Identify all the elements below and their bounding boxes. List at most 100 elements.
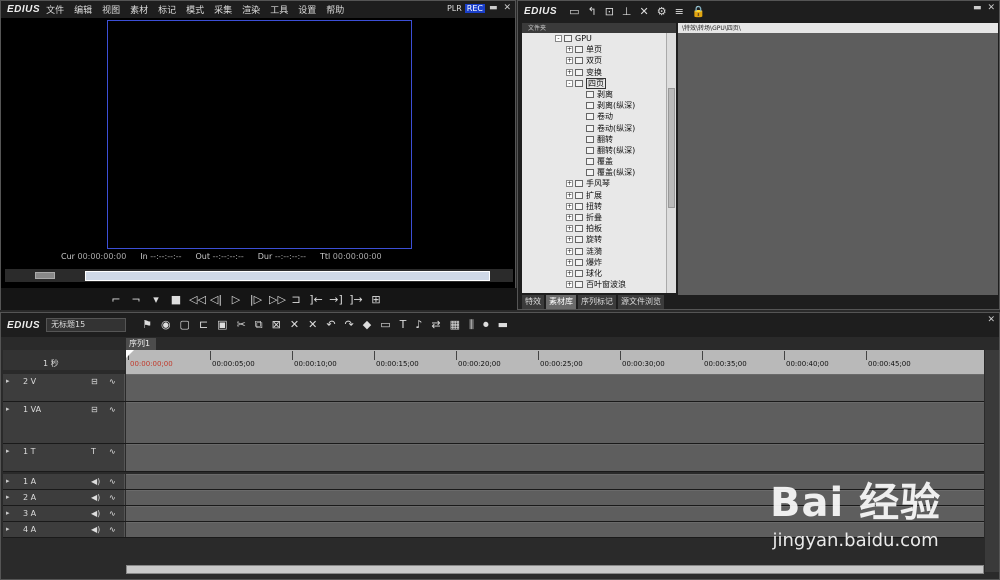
menu-icon[interactable]: ▬ [498, 318, 508, 332]
tree-item[interactable]: + 扩展 [522, 190, 666, 201]
menu-item[interactable]: 帮助 [326, 3, 344, 16]
expand-toggle-icon[interactable]: + [566, 46, 573, 54]
copy-icon[interactable]: ⧉ [255, 318, 263, 332]
time-ruler[interactable]: 00:00:00;00 00:00:05;00 00:00:10;00 00:00:1… [126, 350, 984, 374]
tree-scrollbar[interactable] [666, 33, 676, 293]
step-back-icon[interactable]: ◁| [209, 293, 223, 306]
expand-toggle-icon[interactable]: + [566, 180, 573, 188]
tree-item[interactable]: 覆盖 [522, 156, 666, 167]
track-header[interactable]: ▸ 1 A ◀) ∿ [3, 474, 125, 489]
lock-icon[interactable]: 🔒 [692, 5, 706, 18]
tree-scroll-thumb[interactable] [668, 88, 675, 208]
razor-icon[interactable]: ▭ [380, 318, 390, 332]
tree-item[interactable]: 覆盖(纵深) [522, 167, 666, 178]
tree-item[interactable]: + 爆炸 [522, 257, 666, 268]
track-type-icon[interactable]: T [91, 447, 96, 456]
play-icon[interactable]: ▷ [229, 293, 243, 306]
open-icon[interactable]: ⊏ [199, 318, 208, 332]
save-icon[interactable]: ▣ [217, 318, 227, 332]
expand-toggle-icon[interactable]: + [566, 258, 573, 266]
timeline-hscroll[interactable] [126, 565, 984, 574]
tree-item[interactable]: 翻转(纵深) [522, 145, 666, 156]
position-slider[interactable] [85, 271, 490, 281]
tree-item[interactable]: + 折叠 [522, 212, 666, 223]
set-in-icon[interactable]: ⌐ [109, 293, 123, 306]
track-header[interactable]: ▸ 1 T T ∿ [3, 444, 125, 471]
library-tab[interactable]: 序列标记 [578, 295, 616, 309]
title-icon[interactable]: T [400, 318, 407, 332]
track-lane[interactable] [126, 444, 984, 471]
tree-item[interactable]: - GPU [522, 33, 666, 44]
track-type-icon[interactable]: ⊟ [91, 377, 98, 386]
track-type-icon[interactable]: ◀) [91, 493, 100, 502]
expand-toggle-icon[interactable]: + [566, 202, 573, 210]
rewind-icon[interactable]: ◁◁ [189, 293, 206, 306]
replace-icon[interactable]: ]→ [349, 293, 363, 306]
timeline-vscroll[interactable] [985, 350, 999, 572]
expand-toggle-icon[interactable]: + [566, 68, 573, 76]
tree-item[interactable]: + 变换 [522, 67, 666, 78]
record-icon[interactable]: ⏺ [483, 318, 489, 332]
cut-icon[interactable]: ✂ [237, 318, 246, 332]
track-wave-icon[interactable]: ∿ [109, 493, 116, 502]
expand-toggle-icon[interactable]: + [566, 269, 573, 277]
new-icon[interactable]: ▢ [180, 318, 190, 332]
library-tab[interactable]: 特效 [522, 295, 544, 309]
track-type-icon[interactable]: ◀) [91, 509, 100, 518]
menu-item[interactable]: 文件 [46, 3, 64, 16]
capture-icon[interactable]: ◉ [161, 318, 171, 332]
folder-icon[interactable]: ▭ [569, 5, 579, 18]
tree-item[interactable]: + 双页 [522, 55, 666, 66]
track-wave-icon[interactable]: ∿ [109, 405, 116, 414]
library-tab[interactable]: 素材库 [546, 295, 576, 309]
track-wave-icon[interactable]: ∿ [109, 477, 116, 486]
clip-view[interactable] [678, 33, 998, 295]
tree-item[interactable]: - 四页 [522, 77, 666, 89]
track-toggle-icon[interactable]: ▸ [6, 509, 20, 517]
close-icon[interactable]: ✕ [503, 3, 511, 13]
paste-icon[interactable]: ⊠ [272, 318, 281, 332]
track-toggle-icon[interactable]: ▸ [6, 477, 20, 485]
up-folder-icon[interactable]: ↰ [587, 5, 596, 18]
track-header[interactable]: ▸ 4 A ◀) ∿ [3, 522, 125, 537]
output-icon[interactable]: ⇄ [431, 318, 440, 332]
tree-item[interactable]: + 拍板 [522, 223, 666, 234]
track-wave-icon[interactable]: ∿ [109, 447, 116, 456]
menu-item[interactable]: 素材 [130, 3, 148, 16]
track-wave-icon[interactable]: ∿ [109, 377, 116, 386]
sequence-tab[interactable]: 序列1 [126, 338, 156, 350]
insert-icon[interactable]: ]← [309, 293, 323, 306]
tree-item[interactable]: 剥离(纵深) [522, 100, 666, 111]
export-icon[interactable]: ⊞ [369, 293, 383, 306]
step-forward-icon[interactable]: |▷ [249, 293, 263, 306]
track-type-icon[interactable]: ◀) [91, 525, 100, 534]
track-lane[interactable] [126, 402, 984, 443]
track-header[interactable]: ▸ 3 A ◀) ∿ [3, 506, 125, 521]
timeline-close-icon[interactable]: ✕ [987, 315, 995, 325]
menu-item[interactable]: 工具 [270, 3, 288, 16]
plr-rec-switch[interactable]: PLR REC [445, 4, 485, 13]
fast-forward-icon[interactable]: ▷▷ [269, 293, 286, 306]
marker-icon[interactable]: ◆ [363, 318, 371, 332]
tree-item[interactable]: + 球化 [522, 268, 666, 279]
track-toggle-icon[interactable]: ▸ [6, 447, 20, 455]
zoom-level[interactable]: 1 秒 [43, 358, 59, 369]
mic-icon[interactable]: ♪ [415, 318, 422, 332]
tree-item[interactable]: + 百叶窗波浪 [522, 279, 666, 290]
add-clip-icon[interactable]: ⊥ [622, 5, 632, 18]
tree-item[interactable]: + 单页 [522, 44, 666, 55]
tree-item[interactable]: 卷动 [522, 111, 666, 122]
menu-item[interactable]: 标记 [158, 3, 176, 16]
menu-item[interactable]: 视图 [102, 3, 120, 16]
track-type-icon[interactable]: ⊟ [91, 405, 98, 414]
stop-icon[interactable]: ■ [169, 293, 183, 306]
shuttle-knob[interactable] [35, 272, 55, 279]
expand-toggle-icon[interactable]: + [566, 281, 573, 289]
menu-item[interactable]: 采集 [214, 3, 232, 16]
tree-item[interactable]: + 涟漪 [522, 246, 666, 257]
menu-item[interactable]: 编辑 [74, 3, 92, 16]
track-toggle-icon[interactable]: ▸ [6, 377, 20, 385]
scrub-bar[interactable] [5, 269, 513, 282]
mixer-icon[interactable]: ⫼ [469, 318, 474, 332]
menu-item[interactable]: 渲染 [242, 3, 260, 16]
